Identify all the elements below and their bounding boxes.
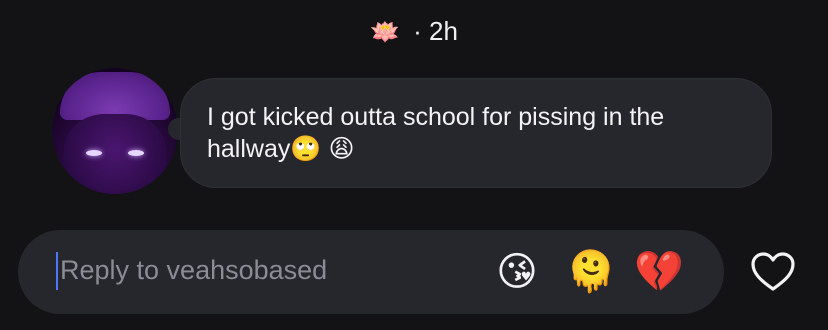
reply-input-placeholder[interactable]: Reply to veahsobased bbox=[60, 255, 327, 286]
story-reply-screen: 🪷 · 2h I got kicked outta school for pis… bbox=[0, 0, 828, 330]
text-cursor bbox=[56, 252, 58, 290]
story-meta: 🪷 · 2h bbox=[0, 16, 828, 47]
avatar-eye bbox=[128, 150, 144, 156]
lotus-emoji: 🪷 bbox=[370, 19, 400, 46]
message-bubble[interactable]: I got kicked outta school for pissing in… bbox=[180, 78, 772, 188]
avatar-eye bbox=[86, 150, 102, 156]
heart-icon[interactable] bbox=[748, 248, 798, 296]
reaction-kiss-button[interactable]: 😘 bbox=[492, 248, 542, 296]
heart-outline-icon bbox=[751, 252, 795, 291]
avatar-cap bbox=[60, 72, 170, 120]
message-text: I got kicked outta school for pissing in… bbox=[207, 103, 665, 163]
avatar-face bbox=[64, 114, 166, 194]
story-timestamp: · 2h bbox=[413, 16, 458, 46]
reaction-broken-heart-button[interactable]: 💔 bbox=[634, 248, 684, 296]
reaction-melting-button[interactable]: 🫠 bbox=[566, 248, 616, 296]
sender-avatar[interactable] bbox=[52, 68, 178, 194]
